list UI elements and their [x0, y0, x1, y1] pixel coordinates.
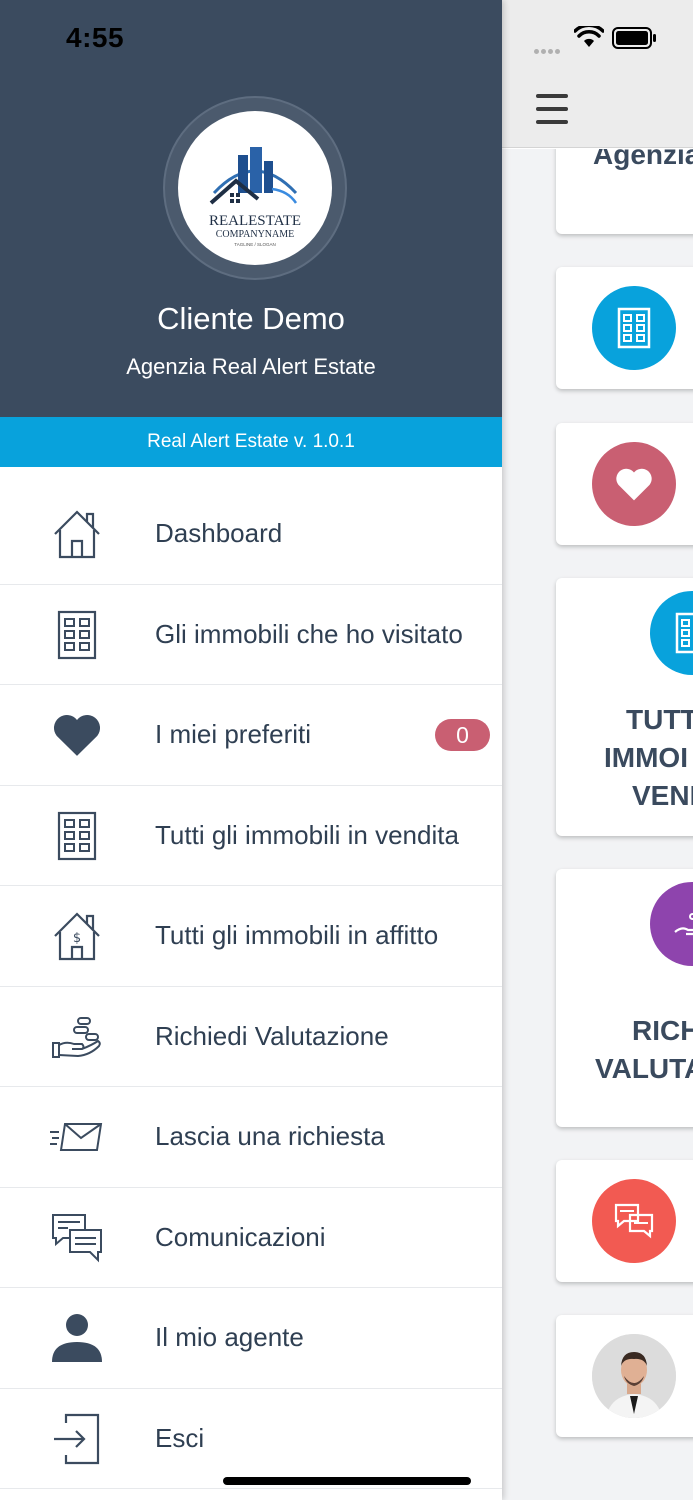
menu-label-for-rent: Tutti gli immobili in affitto	[155, 920, 439, 950]
user-name: Cliente Demo	[157, 301, 345, 336]
hand-coins-icon	[650, 882, 693, 966]
dashboard-card-visited[interactable]	[556, 267, 693, 389]
profile-avatar-ring[interactable]: REALESTATE COMPANYNAME TAGLINE / SLOGAN	[163, 96, 347, 280]
dashboard-card-agency[interactable]: Agenzia	[556, 149, 693, 234]
menu-label-communications: Comunicazioni	[155, 1221, 326, 1252]
card-agency-title: Agenzia	[593, 149, 693, 170]
logo-brand-text: REALESTATE	[209, 213, 301, 229]
house-dollar-icon: $	[47, 910, 107, 962]
side-drawer: 4:55 REALESTATE COMPANYNAME TAGLINE / SL…	[0, 0, 502, 1500]
menu-hamburger-icon[interactable]	[536, 94, 568, 124]
drawer-header: 4:55 REALESTATE COMPANYNAME TAGLINE / SL…	[0, 0, 502, 417]
chat-bubbles-icon	[47, 1212, 107, 1264]
menu-item-for-sale[interactable]: Tutti gli immobili in vendita	[0, 786, 502, 886]
favorites-count-badge: 0	[435, 719, 490, 751]
menu-item-for-rent[interactable]: $ Tutti gli immobili in affitto	[0, 886, 502, 987]
dashboard-card-communications[interactable]	[556, 1160, 693, 1282]
menu-label-favorites: I miei preferiti	[155, 719, 312, 749]
menu-item-request[interactable]: Lascia una richiesta	[0, 1087, 502, 1188]
version-bar: Real Alert Estate v. 1.0.1	[0, 417, 502, 467]
menu-item-communications[interactable]: Comunicazioni	[0, 1188, 502, 1288]
agent-photo	[592, 1334, 676, 1418]
hand-coins-icon	[47, 1011, 107, 1063]
logo-tagline-text: TAGLINE / SLOGAN	[234, 242, 275, 247]
drawer-menu: Dashboard Gli immobili che ho visitato I…	[0, 484, 502, 1489]
menu-item-dashboard[interactable]: Dashboard	[0, 484, 502, 585]
person-icon	[47, 1312, 107, 1364]
building-icon	[47, 609, 107, 661]
signal-icon	[534, 41, 562, 59]
dashboard-card-favorites[interactable]	[556, 423, 693, 545]
menu-item-agent[interactable]: Il mio agente	[0, 1288, 502, 1389]
menu-label-valuation: Richiedi Valutazione	[155, 1020, 389, 1051]
building-icon	[47, 810, 107, 862]
house-outline-icon	[47, 508, 107, 560]
wifi-icon	[574, 26, 604, 47]
company-logo: REALESTATE COMPANYNAME TAGLINE / SLOGAN	[178, 111, 332, 265]
chat-bubbles-icon	[592, 1179, 676, 1263]
menu-label-agent: Il mio agente	[155, 1322, 304, 1352]
card-sale-line-3: VENI	[632, 780, 693, 811]
menu-label-visited: Gli immobili che ho visitato	[155, 618, 463, 649]
menu-item-favorites[interactable]: I miei preferiti 0	[0, 685, 502, 786]
heart-icon	[47, 709, 107, 761]
card-valuation-line-1: RICH	[632, 1015, 693, 1046]
agency-name: Agenzia Real Alert Estate	[126, 354, 376, 379]
card-sale-line-1: TUTT	[626, 704, 693, 735]
home-indicator[interactable]	[223, 1477, 471, 1485]
logout-icon	[47, 1413, 107, 1465]
card-sale-line-2: IMMOI	[604, 742, 688, 773]
dashboard-card-valuation[interactable]: RICH VALUTA	[556, 869, 693, 1127]
menu-label-dashboard: Dashboard	[155, 518, 283, 548]
envelope-fast-icon	[47, 1111, 107, 1163]
dashboard-card-for-sale[interactable]: TUTT IMMOI VENI	[556, 578, 693, 836]
card-valuation-line-2: VALUTA	[595, 1053, 693, 1084]
menu-item-visited[interactable]: Gli immobili che ho visitato	[0, 585, 502, 685]
svg-text:$: $	[73, 931, 81, 946]
status-time: 4:55	[66, 22, 125, 53]
menu-label-request: Lascia una richiesta	[155, 1121, 385, 1151]
battery-icon	[612, 27, 656, 49]
background-status-bar	[502, 0, 693, 70]
menu-label-logout: Esci	[155, 1422, 205, 1453]
building-icon	[650, 591, 693, 675]
logo-company-text: COMPANYNAME	[216, 229, 295, 240]
menu-item-valuation[interactable]: Richiedi Valutazione	[0, 987, 502, 1087]
background-nav-bar	[502, 70, 693, 148]
dashboard-content: Agenzia TUTT IMMOI VENI RICH VALUTA	[502, 149, 693, 1500]
menu-label-for-sale: Tutti gli immobili in vendita	[155, 819, 459, 850]
menu-item-logout[interactable]: Esci	[0, 1389, 502, 1489]
building-icon	[592, 286, 676, 370]
heart-icon	[592, 442, 676, 526]
dashboard-card-agent[interactable]	[556, 1315, 693, 1437]
